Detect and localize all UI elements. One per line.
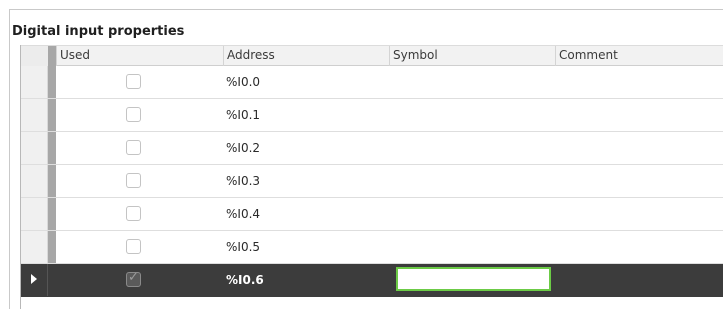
- row-bar: [48, 231, 56, 263]
- address-cell: %I0.5: [226, 240, 261, 254]
- row-selector[interactable]: [21, 165, 48, 197]
- address-cell: %I0.1: [226, 108, 261, 122]
- digital-input-table: Used Address Symbol Comment %I0.0 %I0.1 …: [20, 45, 723, 309]
- row-bar: [48, 165, 56, 197]
- row-selector[interactable]: [21, 66, 48, 98]
- address-cell: %I0.2: [226, 141, 261, 155]
- row-selector-header: [21, 46, 48, 66]
- table-row[interactable]: %I0.1: [21, 99, 723, 132]
- row-selector[interactable]: [21, 198, 48, 230]
- used-checkbox[interactable]: [126, 239, 141, 254]
- used-checkbox[interactable]: ✓: [126, 270, 141, 287]
- used-checkbox[interactable]: [126, 173, 141, 188]
- table-row[interactable]: %I0.3: [21, 165, 723, 198]
- row-bar: [48, 99, 56, 131]
- table-row-selected[interactable]: ✓ %I0.6: [21, 264, 723, 297]
- row-bar: [48, 132, 56, 164]
- used-checkbox[interactable]: [126, 140, 141, 155]
- row-selector[interactable]: [21, 264, 48, 296]
- used-checkbox[interactable]: [126, 206, 141, 221]
- address-cell: %I0.6: [226, 273, 264, 287]
- panel-title: Digital input properties: [12, 24, 185, 39]
- table-row[interactable]: %I0.5: [21, 231, 723, 264]
- row-bar: [48, 198, 56, 230]
- table-row[interactable]: %I0.4: [21, 198, 723, 231]
- current-row-arrow-icon: [31, 274, 37, 284]
- address-cell: %I0.4: [226, 207, 261, 221]
- row-bar: [48, 66, 56, 98]
- used-checkbox[interactable]: [126, 107, 141, 122]
- digital-input-properties-panel: Digital input properties Used Address Sy…: [9, 9, 723, 309]
- row-selector[interactable]: [21, 132, 48, 164]
- checkmark-icon: ✓: [128, 270, 139, 285]
- symbol-input[interactable]: [396, 267, 551, 291]
- table-row[interactable]: %I0.2: [21, 132, 723, 165]
- column-header-used[interactable]: Used: [56, 46, 223, 66]
- column-header-comment[interactable]: Comment: [555, 46, 723, 66]
- table-row[interactable]: %I0.0: [21, 66, 723, 99]
- address-cell: %I0.0: [226, 75, 261, 89]
- address-cell: %I0.3: [226, 174, 261, 188]
- column-header-symbol[interactable]: Symbol: [389, 46, 555, 66]
- column-header-address[interactable]: Address: [223, 46, 389, 66]
- table-header: Used Address Symbol Comment: [21, 45, 723, 66]
- row-bar: [48, 264, 56, 296]
- row-selector[interactable]: [21, 99, 48, 131]
- used-checkbox[interactable]: [126, 74, 141, 89]
- row-selector[interactable]: [21, 231, 48, 263]
- header-separator-bar: [48, 46, 56, 66]
